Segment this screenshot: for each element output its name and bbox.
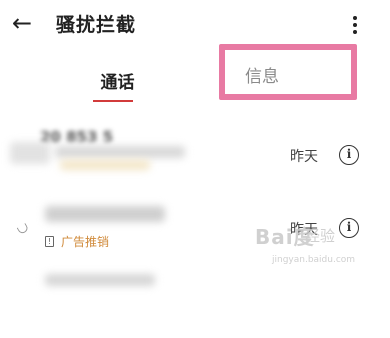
blurred-number	[45, 206, 165, 222]
blurred-avatar	[10, 142, 50, 164]
highlight-box: 信息	[219, 44, 357, 100]
phone-icon	[16, 223, 30, 235]
tab-calls[interactable]: 通话	[75, 68, 160, 93]
watermark-sub: 经验	[305, 227, 336, 245]
info-icon[interactable]: i	[339, 145, 359, 165]
page-title: 骚扰拦截	[56, 14, 137, 36]
tab-bar: 通话 信息	[0, 44, 390, 110]
back-arrow-icon[interactable]: ←	[12, 8, 38, 38]
call-log-item[interactable]: 20 853 5 昨天 i	[0, 122, 390, 192]
more-vertical-icon[interactable]	[345, 10, 365, 40]
blurred-text	[60, 160, 150, 170]
spam-tag: 广告推销	[61, 235, 110, 249]
ad-tag-icon: !	[45, 236, 54, 247]
call-date: 昨天	[290, 149, 318, 165]
watermark: Bai度 经验 jingyan.baidu.com	[255, 215, 385, 279]
active-tab-indicator	[93, 100, 133, 102]
top-app-bar: ← 骚扰拦截	[0, 0, 390, 50]
tab-messages[interactable]: 信息	[245, 62, 279, 87]
blocked-number: 20 853 5	[40, 128, 114, 146]
blurred-text	[55, 146, 185, 158]
blurred-number	[45, 274, 155, 286]
watermark-url: jingyan.baidu.com	[272, 255, 356, 265]
